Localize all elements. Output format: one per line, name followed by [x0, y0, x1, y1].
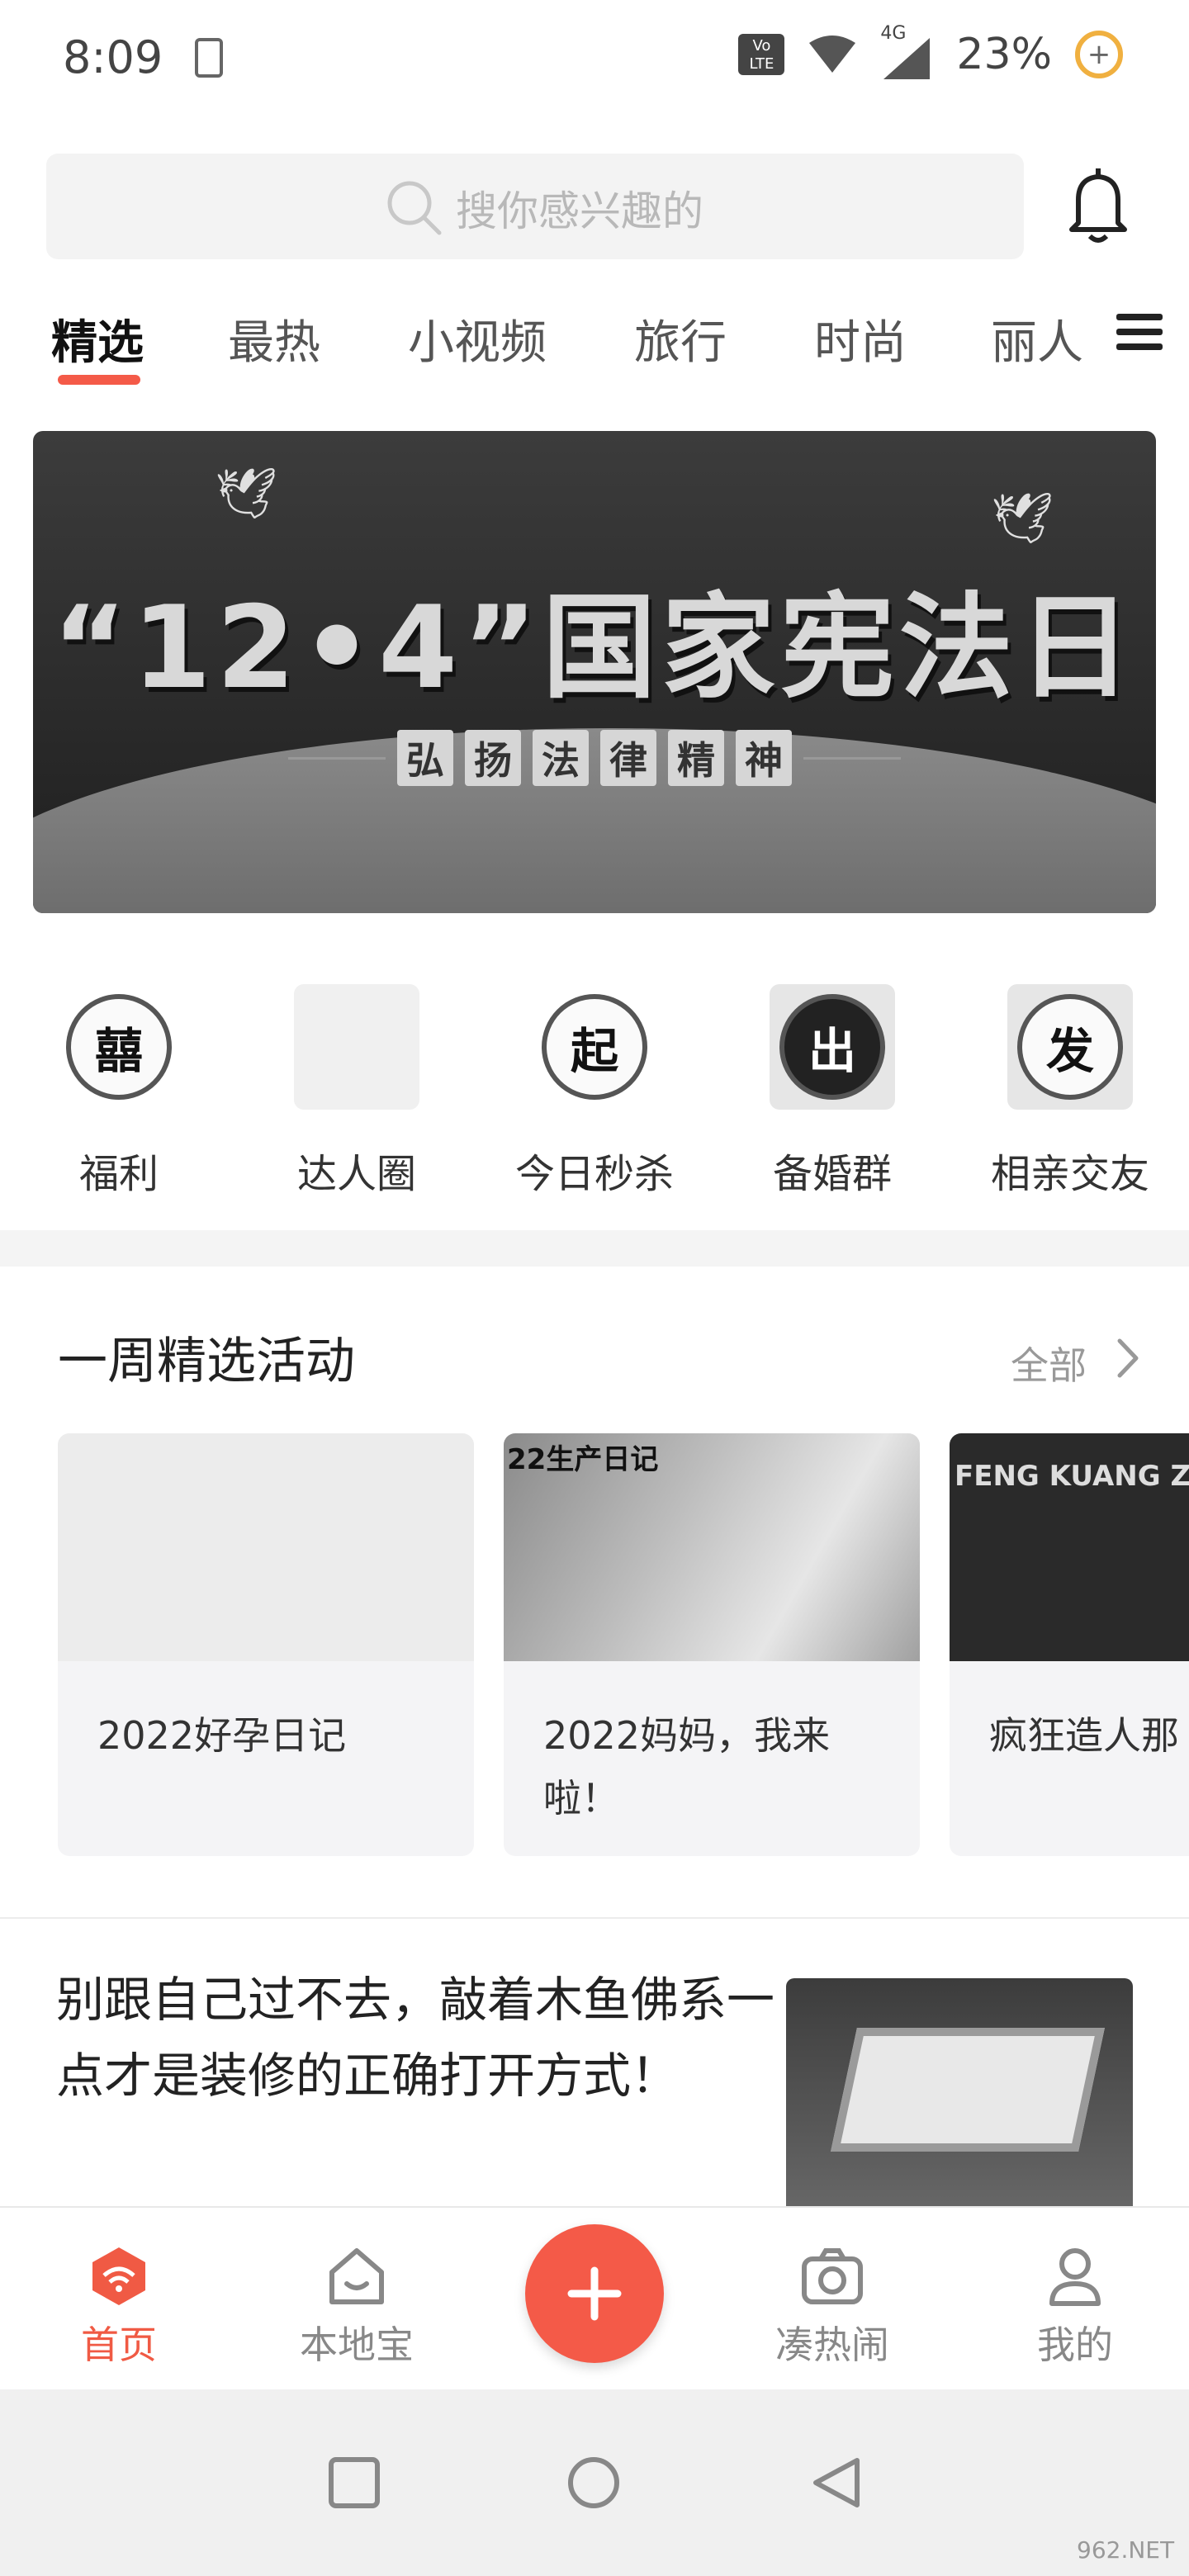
banner-char: 神 — [736, 730, 792, 786]
section-separator — [0, 1917, 1189, 1919]
nav-label: 首页 — [81, 2323, 157, 2367]
activity-title: 2022妈妈，我来啦！ — [543, 1713, 831, 1821]
bell-icon[interactable] — [1065, 165, 1131, 251]
nav-events[interactable]: 凑热闹 — [766, 2242, 898, 2370]
activity-image: FENG KUANG ZAO — [950, 1433, 1189, 1661]
home-icon — [92, 2247, 145, 2305]
wifi-icon — [809, 36, 856, 73]
section-divider — [0, 1230, 1189, 1267]
banner-char: 法 — [533, 730, 589, 786]
activity-image — [58, 1433, 474, 1661]
placeholder-icon — [294, 984, 419, 1110]
tab-active-indicator — [58, 375, 140, 385]
back-icon[interactable] — [809, 2455, 864, 2510]
person-icon — [1049, 2248, 1101, 2306]
banner-char: 律 — [600, 730, 656, 786]
ceiling-graphic — [831, 2028, 1105, 2152]
article-thumbnail[interactable] — [786, 1978, 1133, 2226]
shortcut-dating[interactable]: 发 相亲交友 — [988, 984, 1153, 1199]
menu-icon[interactable] — [1106, 305, 1172, 372]
status-icons: Vo LTE 4G 23% + — [738, 23, 1123, 79]
activity-title: 2022好孕日记 — [97, 1713, 347, 1758]
tab-hottest[interactable]: 最热 — [228, 305, 320, 372]
search-icon — [387, 181, 442, 235]
home-circle-icon[interactable] — [566, 2455, 621, 2510]
nav-local[interactable]: 本地宝 — [291, 2242, 423, 2370]
shortcut-label: 相亲交友 — [990, 1151, 1149, 1197]
nav-label: 我的 — [1037, 2323, 1113, 2367]
activity-title: 疯狂造人那 — [989, 1713, 1179, 1758]
banner-char: 精 — [668, 730, 724, 786]
chevron-right-icon[interactable] — [1115, 1338, 1139, 1382]
banner-char: 弘 — [397, 730, 453, 786]
tiger-icon: 出 — [779, 994, 885, 1100]
tab-fashion[interactable]: 时尚 — [814, 305, 907, 372]
system-nav-bar — [0, 2389, 1189, 2576]
bird-icon: 🕊 — [991, 490, 1054, 547]
tab-featured[interactable]: 精选 — [51, 305, 144, 372]
signal-icon: 4G — [880, 23, 933, 79]
add-post-button[interactable] — [525, 2224, 664, 2363]
shortcut-label: 福利 — [78, 1151, 159, 1197]
download-icon — [195, 38, 223, 78]
plus-icon — [567, 2266, 622, 2321]
activity-card[interactable]: 22生产日记 2022妈妈，我来啦！ — [504, 1433, 920, 1856]
nav-profile[interactable]: 我的 — [1009, 2242, 1141, 2370]
nav-label: 凑热闹 — [775, 2323, 889, 2367]
tab-short-video[interactable]: 小视频 — [408, 305, 547, 372]
status-time: 8:09 — [63, 31, 163, 83]
recents-icon[interactable] — [327, 2455, 381, 2510]
house-icon — [329, 2248, 384, 2304]
tab-travel[interactable]: 旅行 — [634, 305, 727, 372]
section-title: 一周精选活动 — [58, 1333, 355, 1390]
promo-banner[interactable]: 🕊 🕊 “12•4”国家宪法日 弘 扬 法 律 精 神 — [33, 431, 1156, 913]
shortcut-label: 达人圈 — [296, 1151, 416, 1197]
banner-headline: “12•4”国家宪法日 — [52, 581, 1137, 714]
tab-beauty[interactable]: 丽人 — [991, 305, 1083, 372]
nav-home[interactable]: 首页 — [53, 2242, 185, 2370]
tiger-icon: 发 — [1017, 994, 1123, 1100]
activity-image-text: FENG KUANG ZAO — [955, 1460, 1189, 1493]
search-placeholder: 搜你感兴趣的 — [456, 187, 703, 235]
tiger-icon: 起 — [542, 994, 647, 1100]
volte-icon: Vo LTE — [738, 34, 785, 75]
shortcut-label: 备婚群 — [772, 1151, 892, 1197]
camera-icon — [802, 2248, 863, 2304]
activity-card[interactable]: FENG KUANG ZAO 疯狂造人那 — [950, 1433, 1189, 1856]
banner-subtitle: 弘 扬 法 律 精 神 — [33, 730, 1156, 786]
article-title[interactable]: 别跟自己过不去，敲着木鱼佛系一点才是装修的正确打开方式！ — [56, 1962, 775, 2114]
shortcut-welfare[interactable]: 囍 福利 — [36, 984, 201, 1199]
status-bar: 8:09 Vo LTE 4G 23% + — [0, 0, 1189, 124]
battery-percent: 23% — [956, 30, 1052, 79]
activity-image: 22生产日记 — [504, 1433, 920, 1661]
battery-icon: + — [1075, 31, 1123, 78]
see-all-link[interactable]: 全部 — [1011, 1336, 1087, 1390]
watermark: 962.NET — [1077, 2536, 1175, 2564]
shortcut-talent-circle[interactable]: 达人圈 — [274, 984, 439, 1199]
shortcut-flash-sale[interactable]: 起 今日秒杀 — [512, 984, 677, 1199]
category-tabs: 精选 最热 小视频 旅行 时尚 丽人 — [0, 289, 1189, 396]
nav-label: 本地宝 — [300, 2323, 414, 2367]
shortcut-wedding-group[interactable]: 出 备婚群 — [750, 984, 915, 1199]
search-bar[interactable]: 搜你感兴趣的 — [46, 154, 1024, 259]
shortcut-label: 今日秒杀 — [514, 1151, 674, 1197]
tiger-icon: 囍 — [66, 994, 172, 1100]
banner-char: 扬 — [465, 730, 521, 786]
activity-card[interactable]: 2022好孕日记 — [58, 1433, 474, 1856]
bird-icon: 🕊 — [215, 465, 278, 523]
activity-image-text: 22生产日记 — [507, 1443, 659, 1476]
